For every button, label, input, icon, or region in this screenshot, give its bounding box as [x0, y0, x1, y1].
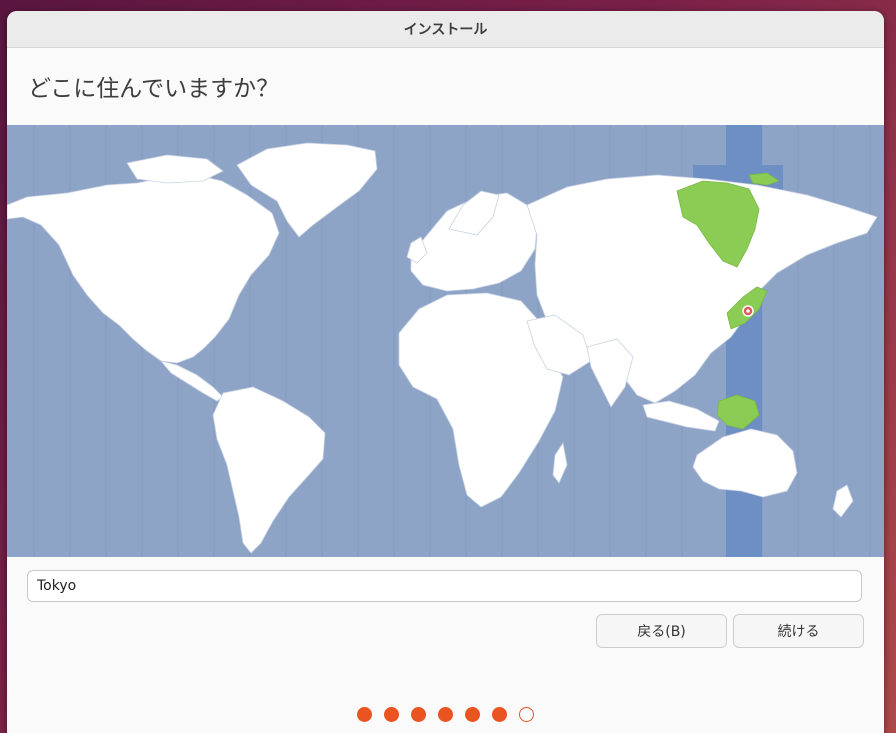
progress-dot-1 — [357, 707, 372, 722]
progress-dot-6 — [492, 707, 507, 722]
installer-window: インストール どこに住んでいますか？ Tokyo 戻る(B) 続ける — [7, 11, 884, 733]
australia — [692, 428, 798, 498]
location-pin-icon — [742, 305, 754, 317]
window-titlebar: インストール — [7, 11, 884, 48]
timezone-city-input[interactable] — [27, 570, 862, 602]
timezone-map[interactable] — [7, 125, 884, 557]
progress-dot-2 — [384, 707, 399, 722]
progress-dot-3 — [411, 707, 426, 722]
north-america — [7, 174, 280, 364]
progress-dots — [357, 707, 534, 722]
south-america — [212, 386, 326, 554]
progress-dot-7 — [519, 707, 534, 722]
window-title: インストール — [403, 22, 488, 38]
back-button[interactable]: 戻る(B) — [596, 614, 727, 648]
progress-dot-5 — [465, 707, 480, 722]
continue-button[interactable]: 続ける — [733, 614, 864, 648]
page-heading: どこに住んでいますか？ — [28, 76, 280, 102]
progress-dot-4 — [438, 707, 453, 722]
